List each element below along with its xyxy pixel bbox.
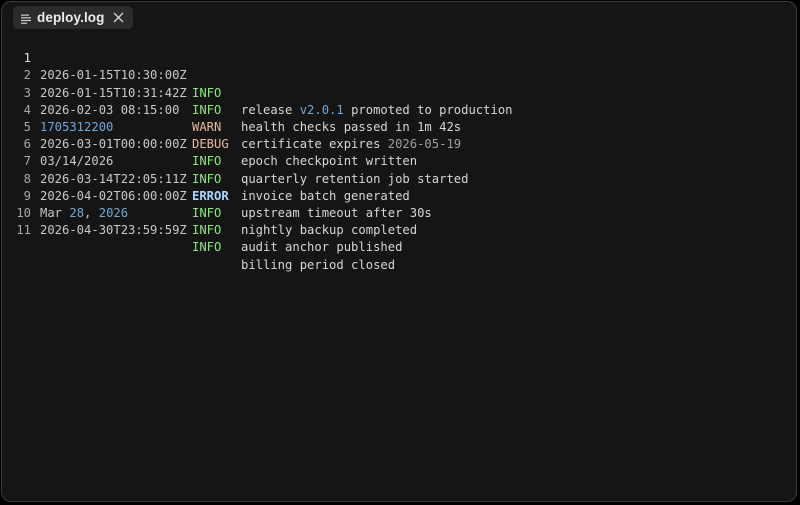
timestamp: 2026-04-30T23:59:59Z — [40, 223, 187, 238]
log-line: 10 2026-04-30T23:59:59Z INFO billing per… — [2, 188, 796, 272]
log-line: 11 — [2, 205, 796, 237]
log-message: nightly backup completed — [241, 223, 418, 238]
log-line: 6 03/14/2026 INFO invoice batch generate… — [2, 119, 796, 203]
line-number: 11 — [16, 223, 31, 238]
tab-label: deploy.log — [37, 10, 105, 25]
log-message: billing period closed — [241, 257, 396, 272]
log-message: audit anchor published — [241, 240, 403, 255]
tab-bar: deploy.log — [2, 2, 796, 32]
lines-icon — [21, 12, 31, 24]
log-viewer-window: deploy.log 1 2026-01-15T10:30:00Z INFO r… — [1, 1, 797, 502]
log-line: 9 Mar 28, 2026 INFO audit anchor publish… — [2, 171, 796, 255]
tab-deploy-log[interactable]: deploy.log — [13, 6, 133, 29]
log-line: 1 2026-01-15T10:30:00Z INFO release v2.0… — [2, 33, 796, 117]
log-line: 8 2026-04-02T06:00:00Z INFO nightly back… — [2, 153, 796, 238]
close-icon[interactable] — [112, 11, 126, 25]
log-level: INFO — [192, 223, 222, 238]
log-editor[interactable]: 1 2026-01-15T10:30:00Z INFO release v2.0… — [2, 33, 796, 501]
log-line: 7 2026-03-14T22:05:11Z ERROR upstream ti… — [2, 136, 796, 220]
log-line: 4 1705312200 DEBUG epoch checkpoint writ… — [2, 85, 796, 169]
log-level: INFO — [192, 240, 222, 255]
log-line: 5 2026-03-01T00:00:00Z INFO quarterly re… — [2, 102, 796, 186]
log-line: 3 2026-02-03 08:15:00 WARN certificate e… — [2, 67, 796, 152]
log-line: 2 2026-01-15T10:31:42Z INFO health check… — [2, 50, 796, 134]
